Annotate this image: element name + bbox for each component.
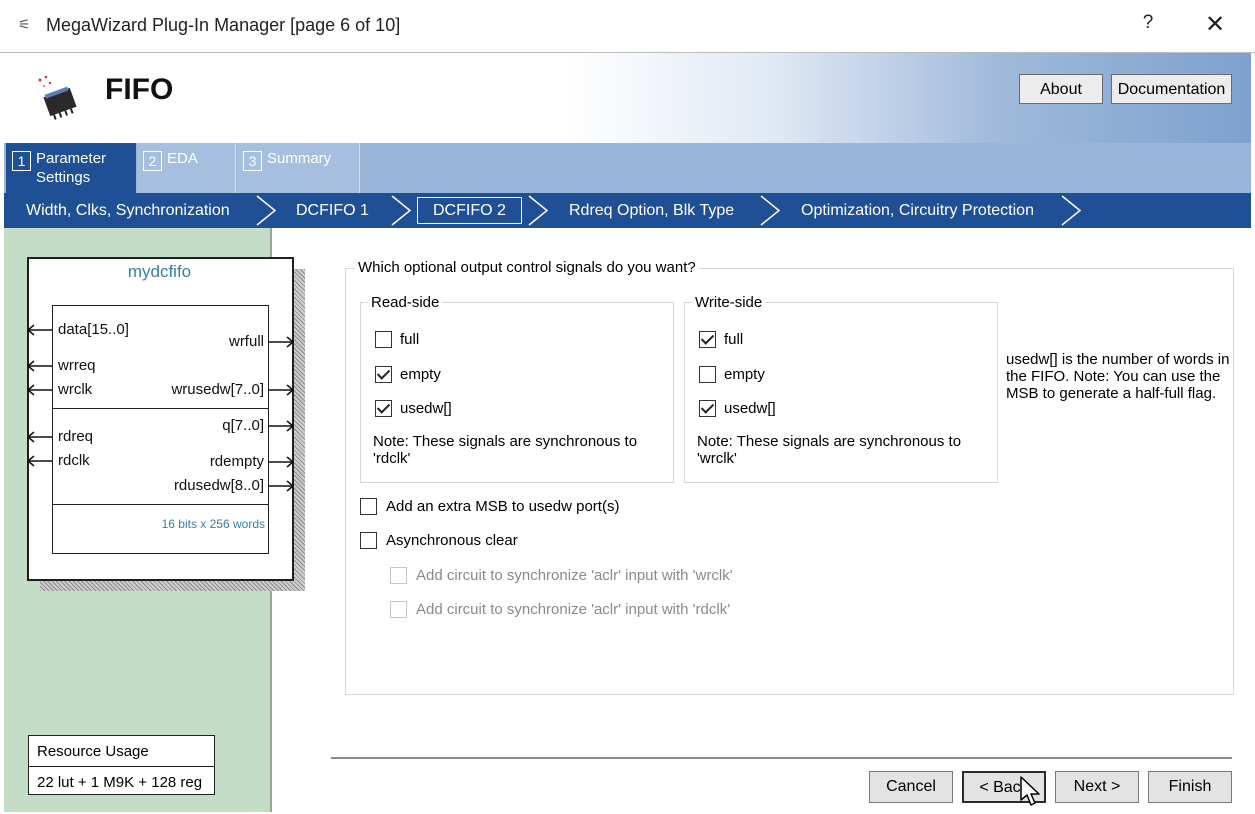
tab-label: Summary [267, 150, 332, 167]
app-icon: ⚟ [18, 16, 31, 32]
pin-rdusedw: rdusedw[8..0] [173, 477, 264, 494]
output-signals-question: Which optional output control signals do… [355, 259, 699, 276]
sync-aclr-wrclk-checkbox[interactable] [390, 567, 407, 584]
write-empty-checkbox[interactable] [699, 366, 716, 383]
breadcrumb-item-optimization[interactable]: Optimization, Circuitry Protection [801, 193, 1034, 228]
chevron-right-icon [391, 195, 412, 226]
symbol-caption: 16 bits x 256 words [161, 517, 265, 531]
async-clear-checkbox[interactable] [360, 532, 377, 549]
cancel-button[interactable]: Cancel [869, 771, 953, 803]
next-button[interactable]: Next > [1055, 771, 1139, 803]
tab-label: Parameter Settings [36, 150, 107, 186]
sync-aclr-rdclk-label: Add circuit to synchronize 'aclr' input … [416, 601, 731, 618]
read-full-checkbox[interactable] [375, 331, 392, 348]
extra-msb-label: Add an extra MSB to usedw port(s) [386, 498, 620, 515]
tab-summary[interactable]: 3 Summary [237, 143, 360, 193]
footer-divider [331, 757, 1232, 759]
read-usedw-label: usedw[] [400, 400, 452, 417]
chevron-right-icon [760, 195, 781, 226]
resource-divider [29, 766, 214, 767]
finish-button[interactable]: Finish [1148, 771, 1232, 803]
chevron-right-icon [528, 195, 549, 226]
breadcrumb-item-rdreq-option[interactable]: Rdreq Option, Blk Type [569, 193, 734, 228]
write-empty-label: empty [724, 366, 765, 383]
mouse-cursor-icon [1020, 776, 1040, 806]
pin-q: q[7..0] [222, 417, 264, 434]
window-title: MegaWizard Plug-In Manager [page 6 of 10… [46, 15, 401, 35]
pin-wrclk: wrclk [58, 381, 93, 398]
help-button[interactable]: ? [1135, 12, 1161, 40]
write-side-title: Write-side [692, 294, 766, 311]
tab-parameter-settings[interactable]: 1 Parameter Settings [6, 143, 136, 193]
write-usedw-label: usedw[] [724, 400, 776, 417]
tab-label: EDA [167, 150, 198, 167]
usedw-description: usedw[] is the number of words in the FI… [1006, 351, 1230, 402]
write-side-note: Note: These signals are synchronous to '… [697, 433, 962, 467]
read-side-title: Read-side [368, 294, 443, 311]
pin-rdreq: rdreq [58, 428, 94, 445]
symbol-name: mydcfifo [127, 262, 192, 281]
read-empty-label: empty [400, 366, 441, 383]
documentation-button[interactable]: Documentation [1111, 74, 1232, 104]
pin-rdempty: rdempty [209, 453, 264, 470]
resource-usage-title: Resource Usage [37, 743, 149, 760]
write-usedw-checkbox[interactable] [699, 400, 716, 417]
page-title: FIFO [105, 73, 174, 106]
sync-aclr-wrclk-label: Add circuit to synchronize 'aclr' input … [416, 567, 733, 584]
extra-msb-checkbox[interactable] [360, 498, 377, 515]
resource-usage-value: 22 lut + 1 M9K + 128 reg [37, 774, 203, 791]
breadcrumb-item-dcfifo2[interactable]: DCFIFO 2 [433, 193, 506, 228]
tab-number: 1 [12, 151, 31, 171]
close-button[interactable]: ✕ [1200, 10, 1230, 40]
async-clear-label: Asynchronous clear [386, 532, 518, 549]
write-full-checkbox[interactable] [699, 331, 716, 348]
read-side-note: Note: These signals are synchronous to '… [373, 433, 638, 467]
chip-icon [36, 74, 82, 120]
tab-eda[interactable]: 2 EDA [137, 143, 236, 193]
pin-rdclk: rdclk [58, 452, 90, 469]
about-button[interactable]: About [1019, 74, 1103, 104]
read-usedw-checkbox[interactable] [375, 400, 392, 417]
chevron-right-icon [1061, 195, 1082, 226]
breadcrumb-item-width-clks[interactable]: Width, Clks, Synchronization [26, 193, 230, 228]
pin-wrreq: wrreq [58, 357, 96, 374]
chevron-right-icon [256, 195, 277, 226]
sync-aclr-rdclk-checkbox[interactable] [390, 601, 407, 618]
read-full-label: full [400, 331, 420, 348]
pin-data: data[15..0] [58, 321, 129, 338]
pin-wrusedw: wrusedw[7..0] [171, 381, 264, 398]
breadcrumb-item-dcfifo1[interactable]: DCFIFO 1 [296, 193, 369, 228]
pin-wrfull: wrfull [228, 333, 264, 350]
symbol-divider [52, 504, 269, 505]
write-full-label: full [724, 331, 744, 348]
read-empty-checkbox[interactable] [375, 366, 392, 383]
tab-number: 3 [243, 151, 262, 171]
tab-number: 2 [143, 151, 162, 171]
